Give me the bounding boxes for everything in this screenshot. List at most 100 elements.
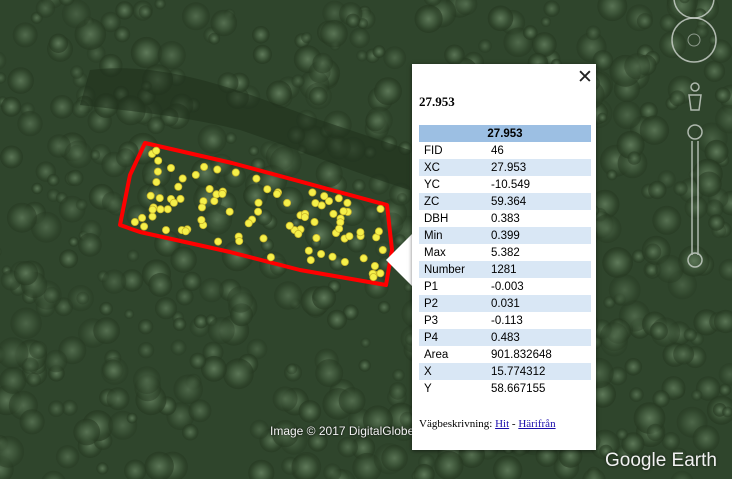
- tree-marker-icon[interactable]: [329, 209, 338, 218]
- attribute-key: P1: [424, 280, 439, 293]
- tree-marker-icon[interactable]: [140, 222, 149, 231]
- attribute-value: -0.113: [491, 314, 523, 327]
- tree-marker-icon[interactable]: [231, 168, 240, 177]
- tree-marker-icon[interactable]: [210, 197, 219, 206]
- attribute-key: P2: [419, 295, 486, 312]
- tree-marker-icon[interactable]: [154, 156, 163, 165]
- tree-marker-icon[interactable]: [146, 191, 155, 200]
- tree-marker-icon[interactable]: [252, 174, 261, 183]
- tree-marker-icon[interactable]: [308, 188, 317, 197]
- directions-to-here-link[interactable]: Hit: [495, 418, 509, 430]
- tree-marker-icon[interactable]: [345, 232, 354, 241]
- tree-marker-icon[interactable]: [312, 233, 321, 242]
- balloon-title: 27.953: [419, 94, 455, 109]
- tree-marker-icon[interactable]: [328, 252, 337, 261]
- tree-marker-icon[interactable]: [138, 213, 147, 222]
- tree-marker-icon[interactable]: [161, 226, 170, 235]
- tree-marker-icon[interactable]: [130, 217, 139, 226]
- tree-marker-icon[interactable]: [174, 182, 183, 191]
- attribute-value: 0.399: [486, 227, 591, 244]
- attribute-value: 1281: [486, 261, 591, 278]
- attribute-key: YC: [424, 178, 440, 191]
- tree-marker-icon[interactable]: [339, 207, 348, 216]
- table-row: Y 58.667155: [419, 380, 591, 397]
- tree-marker-icon[interactable]: [376, 269, 385, 278]
- tree-marker-icon[interactable]: [197, 203, 206, 212]
- tree-marker-icon[interactable]: [197, 215, 206, 224]
- tree-marker-icon[interactable]: [259, 234, 268, 243]
- tree-marker-icon[interactable]: [317, 201, 326, 210]
- tree-marker-icon[interactable]: [152, 178, 161, 187]
- tree-marker-icon[interactable]: [369, 273, 378, 282]
- directions-from-here-link[interactable]: Härifrån: [518, 418, 555, 430]
- tree-marker-icon[interactable]: [376, 204, 385, 213]
- tree-marker-icon[interactable]: [334, 194, 343, 203]
- info-balloon: 27.953 27.953 FID 46 XC 27.953 YC -10.549 ZC 59…: [412, 64, 596, 450]
- attribute-value: 5.382: [491, 246, 520, 259]
- tree-marker-icon[interactable]: [205, 184, 214, 193]
- tree-marker-icon[interactable]: [374, 227, 383, 236]
- tree-marker-icon[interactable]: [285, 221, 294, 230]
- tree-marker-icon[interactable]: [152, 146, 161, 155]
- imagery-attribution: Image © 2017 DigitalGlobe: [270, 424, 415, 438]
- tree-marker-icon[interactable]: [304, 246, 313, 255]
- tree-marker-icon[interactable]: [155, 194, 164, 203]
- tree-marker-icon[interactable]: [191, 170, 200, 179]
- tree-marker-icon[interactable]: [310, 217, 319, 226]
- close-icon[interactable]: ✕: [576, 68, 594, 88]
- tree-marker-icon[interactable]: [153, 167, 162, 176]
- attribute-value: 901.832648: [491, 348, 552, 361]
- tree-marker-icon[interactable]: [200, 162, 209, 171]
- tree-marker-icon[interactable]: [235, 237, 244, 246]
- tree-marker-icon[interactable]: [356, 228, 365, 237]
- tree-marker-icon[interactable]: [244, 219, 253, 228]
- tree-marker-icon[interactable]: [156, 205, 165, 214]
- attribute-value: -0.003: [491, 280, 524, 293]
- attribute-table: 27.953 FID 46 XC 27.953 YC -10.549 ZC 59.364 DBH…: [419, 125, 591, 397]
- tree-marker-icon[interactable]: [300, 213, 309, 222]
- tree-marker-icon[interactable]: [263, 185, 272, 194]
- attribute-key: Area: [424, 348, 449, 361]
- tree-marker-icon[interactable]: [169, 198, 178, 207]
- tree-marker-icon[interactable]: [214, 237, 223, 246]
- attribute-value: 59.364: [486, 193, 591, 210]
- directions-separator: -: [511, 418, 516, 430]
- tree-marker-icon[interactable]: [283, 198, 292, 207]
- tree-marker-icon[interactable]: [294, 229, 303, 238]
- tree-marker-icon[interactable]: [343, 198, 352, 207]
- tree-marker-icon[interactable]: [176, 194, 185, 203]
- tree-marker-icon[interactable]: [166, 163, 175, 172]
- tree-marker-icon[interactable]: [148, 205, 157, 214]
- tree-marker-icon[interactable]: [340, 257, 349, 266]
- tree-marker-icon[interactable]: [320, 192, 329, 201]
- tree-marker-icon[interactable]: [336, 218, 345, 227]
- tree-marker-icon[interactable]: [254, 207, 263, 216]
- table-row: Max 5.382: [419, 244, 591, 261]
- tree-marker-icon[interactable]: [359, 254, 368, 263]
- attribute-value: 0.383: [491, 212, 520, 225]
- tree-marker-icon[interactable]: [254, 198, 263, 207]
- tree-marker-icon[interactable]: [218, 189, 227, 198]
- tree-marker-icon[interactable]: [272, 189, 281, 198]
- tree-marker-icon[interactable]: [225, 207, 234, 216]
- attribute-key: Max: [424, 246, 446, 259]
- tree-marker-icon[interactable]: [335, 224, 344, 233]
- attribute-key: XC: [419, 159, 486, 176]
- tree-marker-icon[interactable]: [163, 205, 172, 214]
- tree-marker-icon[interactable]: [178, 174, 187, 183]
- table-row: YC -10.549: [419, 176, 591, 193]
- attribute-key: Y: [424, 382, 432, 395]
- attribute-key: P4: [419, 329, 486, 346]
- satellite-map[interactable]: [0, 0, 732, 479]
- tree-marker-icon[interactable]: [317, 249, 326, 258]
- tree-marker-icon[interactable]: [213, 165, 222, 174]
- tree-marker-icon[interactable]: [148, 212, 157, 221]
- tree-marker-icon[interactable]: [370, 261, 379, 270]
- table-row: DBH 0.383: [419, 210, 591, 227]
- directions-links: Vägbeskrivning: Hit - Härifrån: [419, 418, 556, 430]
- tree-marker-icon[interactable]: [306, 256, 315, 265]
- tree-marker-icon[interactable]: [181, 227, 190, 236]
- attribute-value: -10.549: [491, 178, 531, 191]
- attribute-key: Number: [419, 261, 486, 278]
- tree-marker-icon[interactable]: [266, 253, 275, 262]
